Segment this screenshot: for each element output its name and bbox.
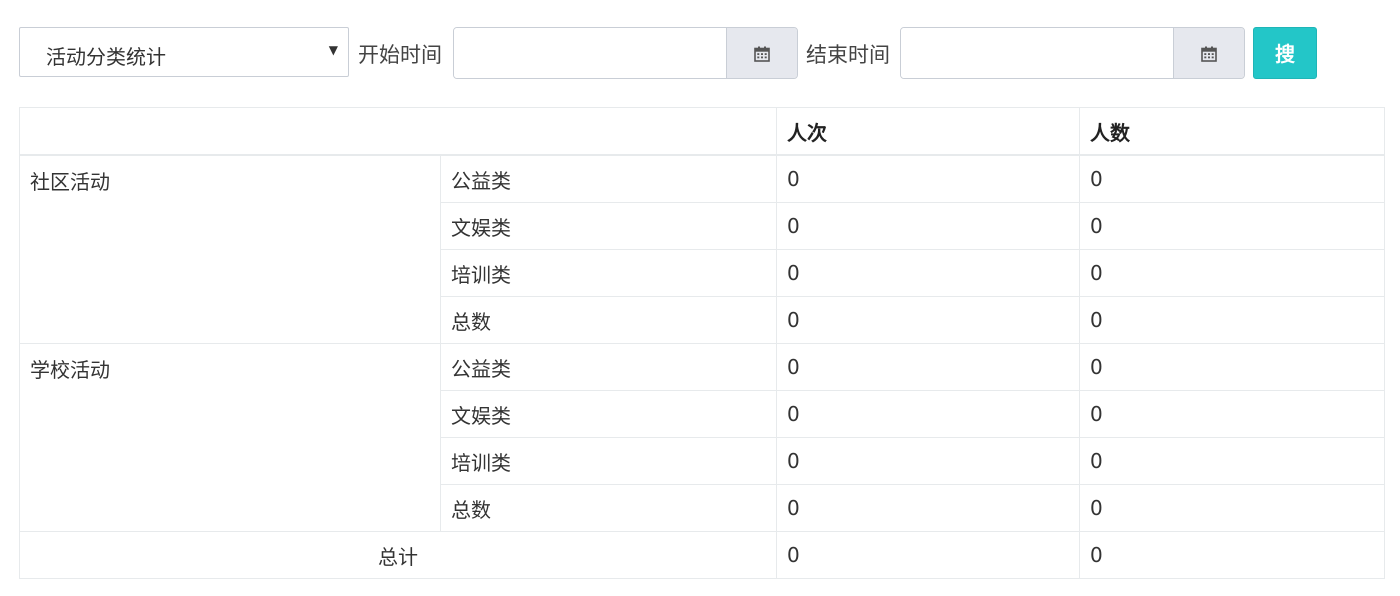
category-select-value: 活动分类统计 xyxy=(46,45,166,69)
people-cell: 0 xyxy=(1079,202,1385,250)
subcategory-cell: 文娱类 xyxy=(440,202,777,250)
people-cell: 0 xyxy=(1079,343,1385,391)
calendar-icon xyxy=(754,46,770,62)
people-cell: 0 xyxy=(1079,390,1385,438)
visits-cell: 0 xyxy=(776,202,1080,250)
start-calendar-button[interactable] xyxy=(726,28,797,78)
calendar-icon xyxy=(1201,46,1217,62)
visits-cell: 0 xyxy=(776,484,1080,532)
start-time-label: 开始时间 xyxy=(358,43,442,67)
visits-cell: 0 xyxy=(776,296,1080,344)
header-blank xyxy=(19,107,777,156)
people-cell: 0 xyxy=(1079,249,1385,297)
header-visits: 人次 xyxy=(776,107,1080,156)
category-select[interactable]: 活动分类统计 ▼ xyxy=(19,27,349,77)
start-date-group xyxy=(453,27,798,79)
subcategory-cell: 公益类 xyxy=(440,343,777,391)
total-visits-cell: 0 xyxy=(776,531,1080,579)
activity-stats-table: 人次 人数 社区活动 公益类 0 0 文娱类 0 0 培训类 0 0 总数 0 … xyxy=(19,107,1385,579)
subcategory-cell: 总数 xyxy=(440,484,777,532)
total-people-cell: 0 xyxy=(1079,531,1385,579)
people-cell: 0 xyxy=(1079,484,1385,532)
people-cell: 0 xyxy=(1079,296,1385,344)
end-date-group xyxy=(900,27,1245,79)
caret-down-icon: ▼ xyxy=(328,43,338,57)
end-calendar-button[interactable] xyxy=(1173,28,1244,78)
subcategory-cell: 培训类 xyxy=(440,437,777,485)
filter-toolbar: 活动分类统计 ▼ 开始时间 结束时间 搜 xyxy=(19,27,1319,79)
people-cell: 0 xyxy=(1079,437,1385,485)
group-name: 学校活动 xyxy=(19,343,441,532)
people-cell: 0 xyxy=(1079,154,1385,203)
visits-cell: 0 xyxy=(776,154,1080,203)
end-time-label: 结束时间 xyxy=(806,43,890,67)
start-time-input[interactable] xyxy=(454,28,728,78)
table-row: 学校活动 公益类 0 0 xyxy=(19,343,1385,532)
table-header-row: 人次 人数 xyxy=(19,107,1385,156)
subcategory-cell: 文娱类 xyxy=(440,390,777,438)
search-button[interactable]: 搜 xyxy=(1253,27,1317,79)
subcategory-cell: 培训类 xyxy=(440,249,777,297)
header-people: 人数 xyxy=(1079,107,1385,156)
end-time-input[interactable] xyxy=(901,28,1175,78)
total-label: 总计 xyxy=(19,531,777,579)
total-row: 总计 0 0 xyxy=(19,531,1385,579)
visits-cell: 0 xyxy=(776,249,1080,297)
visits-cell: 0 xyxy=(776,437,1080,485)
subcategory-cell: 公益类 xyxy=(440,154,777,203)
table-row: 社区活动 公益类 0 0 xyxy=(19,154,1385,344)
group-name: 社区活动 xyxy=(19,154,441,344)
subcategory-cell: 总数 xyxy=(440,296,777,344)
visits-cell: 0 xyxy=(776,343,1080,391)
visits-cell: 0 xyxy=(776,390,1080,438)
